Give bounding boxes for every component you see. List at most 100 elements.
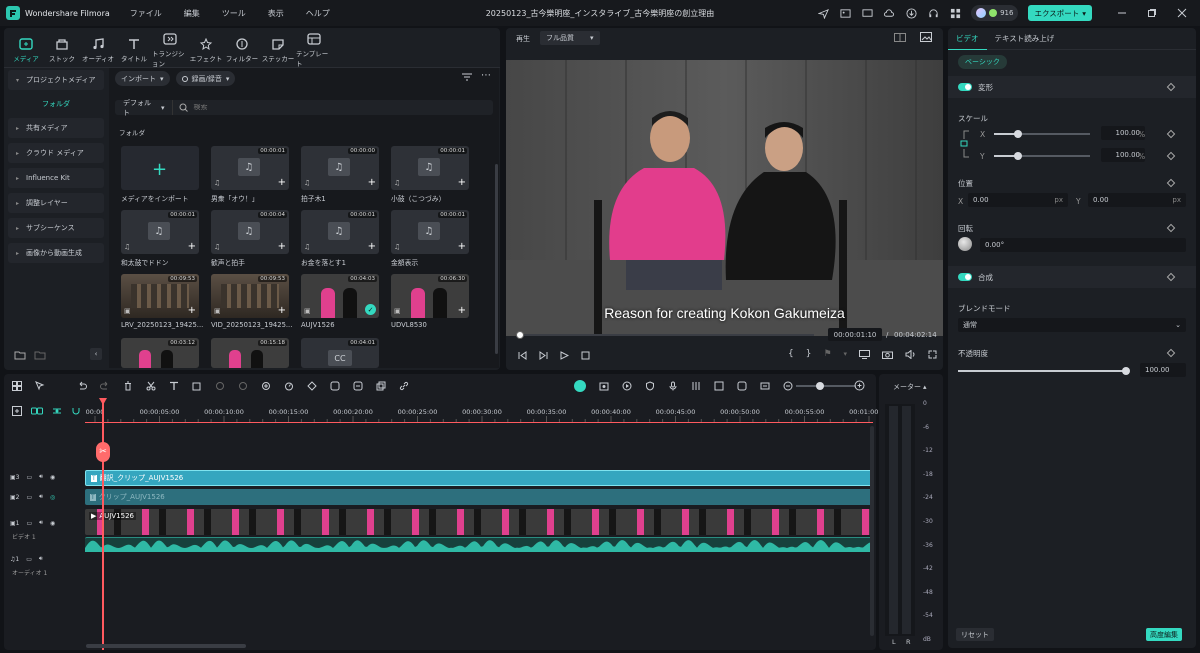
- tab-audio[interactable]: オーディオ: [80, 34, 116, 66]
- marker-icon[interactable]: ⚑: [823, 349, 831, 359]
- collapse-sidebar-button[interactable]: ‹: [90, 348, 102, 360]
- position-x-input[interactable]: 0.00 px: [968, 193, 1068, 207]
- scale-y-slider[interactable]: [994, 152, 1090, 160]
- timeline-vertical-scrollbar[interactable]: [870, 426, 874, 636]
- tab-template[interactable]: テンプレート: [296, 32, 332, 68]
- audio-mix-icon[interactable]: [691, 381, 701, 391]
- media-item[interactable]: ♫ 00:00:01 ♫ +: [121, 210, 199, 254]
- tab-video[interactable]: ビデオ: [948, 28, 987, 50]
- add-track-icon[interactable]: [12, 406, 22, 416]
- speed-icon[interactable]: [284, 381, 294, 391]
- keyframe-diamond-icon[interactable]: [1166, 272, 1176, 282]
- eye-icon[interactable]: ◉: [50, 474, 55, 481]
- folder-icon[interactable]: ▭: [27, 474, 33, 481]
- snapshot-image-icon[interactable]: [920, 32, 932, 42]
- sidebar-item-folder[interactable]: フォルダ: [8, 95, 104, 113]
- folder-icon[interactable]: ▭: [27, 494, 33, 501]
- media-scrollbar[interactable]: [495, 164, 498, 354]
- video-clip[interactable]: ▶ AUJV1526: [85, 509, 873, 535]
- aspect-lock-icon[interactable]: [960, 129, 970, 159]
- link-icon[interactable]: [399, 381, 409, 391]
- previous-frame-icon[interactable]: [518, 351, 527, 360]
- media-item[interactable]: 00:15:18: [211, 338, 289, 368]
- rotation-dial[interactable]: [958, 237, 972, 251]
- close-icon[interactable]: [1176, 7, 1188, 19]
- layout-grid-icon[interactable]: [12, 381, 22, 391]
- title-clip-translated[interactable]: T 翻訳_クリップ_AUJV1526: [85, 470, 873, 486]
- scale-x-slider[interactable]: [994, 130, 1090, 138]
- sidebar-item-image-to-video[interactable]: ▸ 画像から動画生成: [8, 243, 104, 263]
- folder-icon[interactable]: [34, 350, 46, 360]
- title-clip[interactable]: T クリップ_AUJV1526: [85, 489, 873, 505]
- auto-ripple-icon[interactable]: [574, 380, 586, 392]
- import-dropdown[interactable]: インポート ▾: [115, 71, 170, 86]
- audio-clip[interactable]: [85, 537, 873, 552]
- preview-progress-bar[interactable]: [515, 331, 814, 339]
- keyframe-diamond-icon[interactable]: [1166, 178, 1176, 188]
- magnet-icon[interactable]: [71, 406, 81, 416]
- display-icon[interactable]: [859, 349, 871, 359]
- media-item[interactable]: 00:03:12: [121, 338, 199, 368]
- zoom-in-icon[interactable]: [854, 380, 865, 391]
- replace-icon[interactable]: [737, 381, 747, 391]
- color-icon[interactable]: [238, 381, 248, 391]
- minimize-icon[interactable]: [1116, 7, 1128, 19]
- eye-hidden-icon[interactable]: ◎: [50, 494, 55, 501]
- timeline-ruler[interactable]: 00:00 00:00:05:00 00:00:10:00 00:00:15:00 00…: [86, 404, 889, 422]
- volume-icon[interactable]: 🔊︎: [39, 473, 43, 481]
- progress-knob[interactable]: [515, 331, 524, 339]
- sort-dropdown[interactable]: デフォルト ▾: [115, 99, 174, 117]
- grid-icon[interactable]: [949, 7, 961, 19]
- track-settings-icon[interactable]: [714, 381, 724, 391]
- playhead[interactable]: [102, 398, 104, 650]
- keyframe-diamond-icon[interactable]: [1166, 223, 1176, 233]
- transform-toggle[interactable]: [958, 83, 972, 91]
- sidebar-item-adjustment-layer[interactable]: ▸ 調整レイヤー: [8, 193, 104, 213]
- add-icon[interactable]: +: [458, 306, 466, 316]
- add-icon[interactable]: +: [278, 242, 286, 252]
- fit-timeline-icon[interactable]: [760, 381, 770, 391]
- playhead-split-handle[interactable]: ✂: [96, 442, 110, 462]
- media-item[interactable]: CC 00:04:01: [301, 338, 379, 368]
- record-dropdown[interactable]: 録画/録音 ▾: [175, 71, 236, 86]
- play-icon[interactable]: [560, 351, 569, 360]
- keyframe-diamond-icon[interactable]: [1166, 348, 1176, 358]
- stop-icon[interactable]: [581, 351, 590, 360]
- text-tool-icon[interactable]: [169, 381, 179, 391]
- sidebar-item-shared-media[interactable]: ▸ 共有メディア: [8, 118, 104, 138]
- next-frame-icon[interactable]: [539, 351, 548, 360]
- position-y-input[interactable]: 0.00 px: [1088, 193, 1186, 207]
- gallery-icon[interactable]: [839, 7, 851, 19]
- volume-icon[interactable]: 🔊︎: [39, 493, 43, 501]
- tab-title[interactable]: タイトル: [116, 34, 152, 66]
- tab-media[interactable]: メディア: [8, 34, 44, 66]
- add-icon[interactable]: +: [188, 306, 196, 316]
- tab-sticker[interactable]: ステッカー: [260, 34, 296, 66]
- add-icon[interactable]: +: [278, 178, 286, 188]
- eye-icon[interactable]: ◉: [50, 520, 55, 527]
- transform-section-header[interactable]: 変形: [948, 76, 1196, 98]
- add-icon[interactable]: +: [368, 178, 376, 188]
- select-cursor-icon[interactable]: [35, 381, 45, 391]
- media-item[interactable]: 00:09:53 ▣ +: [121, 274, 199, 318]
- menu-edit[interactable]: 編集: [184, 8, 200, 19]
- folder-icon[interactable]: ▭: [27, 520, 33, 527]
- link-clips-icon[interactable]: [31, 407, 43, 415]
- sidebar-item-cloud-media[interactable]: ▸ クラウド メディア: [8, 143, 104, 163]
- send-icon[interactable]: [817, 7, 829, 19]
- crop-icon[interactable]: [192, 381, 202, 391]
- render-icon[interactable]: [599, 381, 609, 391]
- volume-icon[interactable]: 🔊︎: [39, 555, 43, 563]
- undo-icon[interactable]: [77, 381, 87, 391]
- add-icon[interactable]: +: [188, 242, 196, 252]
- new-folder-icon[interactable]: [14, 350, 26, 360]
- subtitle-overlay[interactable]: Reason for creating Kokon Gakumeiza: [506, 305, 943, 321]
- add-icon[interactable]: +: [458, 242, 466, 252]
- restore-icon[interactable]: [1146, 7, 1158, 19]
- add-icon[interactable]: +: [278, 306, 286, 316]
- volume-icon[interactable]: [905, 349, 916, 359]
- add-icon[interactable]: +: [368, 242, 376, 252]
- microphone-icon[interactable]: [668, 381, 678, 391]
- filter-list-icon[interactable]: [461, 72, 473, 82]
- media-item[interactable]: 00:09:53 ▣ +: [211, 274, 289, 318]
